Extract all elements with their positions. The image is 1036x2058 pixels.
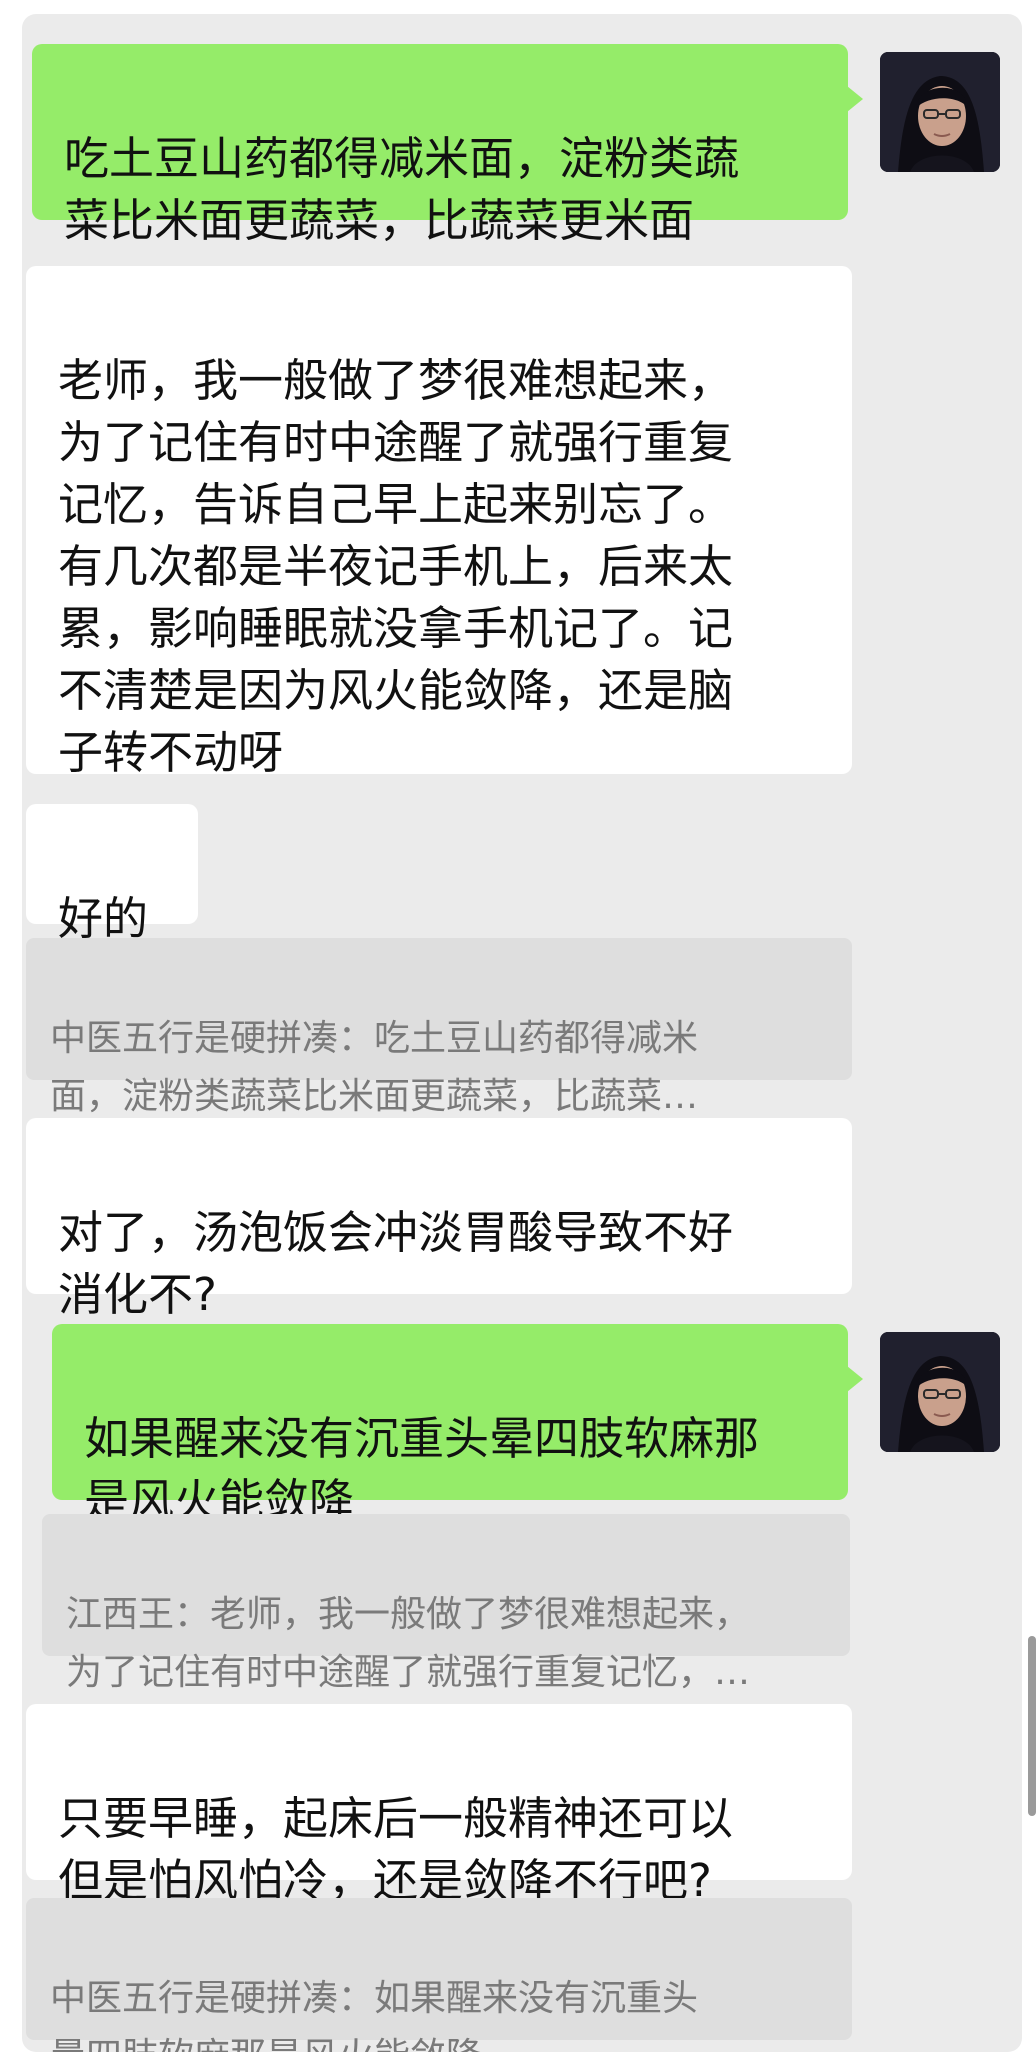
quoted-reply[interactable]: 中医五行是硬拼凑：如果醒来没有沉重头 晕四肢软麻那是风火能敛降 <box>26 1898 852 2052</box>
user-avatar[interactable] <box>880 1332 1000 1452</box>
incoming-message[interactable]: 只要早睡，起床后一般精神还可以 但是怕风怕冷，还是敛降不行吧? <box>26 1704 852 1907</box>
user-avatar[interactable] <box>880 52 1000 172</box>
user-avatar-photo <box>880 52 1000 172</box>
scrollbar[interactable] <box>1028 1636 1036 1816</box>
message-text: 吃土豆山药都得减米面，淀粉类蔬 菜比米面更蔬菜，比蔬菜更米面 <box>64 132 740 247</box>
bubble-tail <box>847 1366 863 1392</box>
user-avatar-photo <box>880 1332 1000 1452</box>
quoted-text: 江西王：老师，我一般做了梦很难想起来， 为了记住有时中途醒了就强行重复记忆，… <box>66 1594 751 1693</box>
message-text: 只要早睡，起床后一般精神还可以 但是怕风怕冷，还是敛降不行吧? <box>58 1792 734 1907</box>
bubble-tail <box>847 86 863 112</box>
outgoing-message[interactable]: 吃土豆山药都得减米面，淀粉类蔬 菜比米面更蔬菜，比蔬菜更米面 <box>32 44 863 247</box>
outgoing-message[interactable]: 如果醒来没有沉重头晕四肢软麻那 是风火能敛降 <box>52 1324 863 1527</box>
quoted-reply[interactable]: 中医五行是硬拼凑：吃土豆山药都得减米 面，淀粉类蔬菜比米面更蔬菜，比蔬菜… <box>26 938 852 1117</box>
incoming-message[interactable]: 对了，汤泡饭会冲淡胃酸导致不好 消化不? <box>26 1118 852 1321</box>
quoted-reply[interactable]: 江西王：老师，我一般做了梦很难想起来， 为了记住有时中途醒了就强行重复记忆，… <box>42 1514 850 1693</box>
quoted-text: 中医五行是硬拼凑：吃土豆山药都得减米 面，淀粉类蔬菜比米面更蔬菜，比蔬菜… <box>50 1018 699 1117</box>
quoted-text: 中医五行是硬拼凑：如果醒来没有沉重头 晕四肢软麻那是风火能敛降 <box>50 1978 699 2052</box>
chat-area: 吃土豆山药都得减米面，淀粉类蔬 菜比米面更蔬菜，比蔬菜更米面 老师，我一般做了梦… <box>22 14 1022 2052</box>
message-text: 老师，我一般做了梦很难想起来， 为了记住有时中途醒了就强行重复 记忆，告诉自己早… <box>58 354 734 779</box>
message-text: 对了，汤泡饭会冲淡胃酸导致不好 消化不? <box>58 1206 734 1321</box>
incoming-message[interactable]: 老师，我一般做了梦很难想起来， 为了记住有时中途醒了就强行重复 记忆，告诉自己早… <box>26 266 852 779</box>
incoming-message[interactable]: 好的 <box>26 804 198 945</box>
message-text: 如果醒来没有沉重头晕四肢软麻那 是风火能敛降 <box>84 1412 760 1527</box>
